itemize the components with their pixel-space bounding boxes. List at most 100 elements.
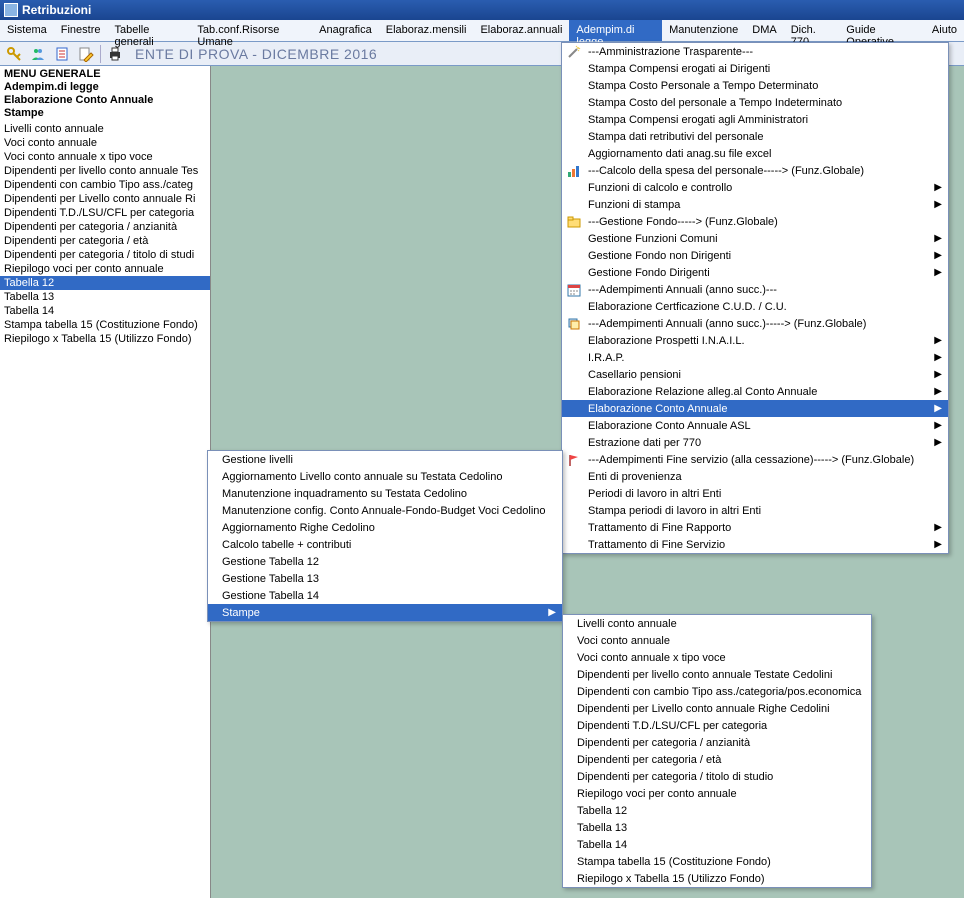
menu-elaboraz-mensili[interactable]: Elaboraz.mensili: [379, 20, 474, 41]
menu-item[interactable]: Stampa dati retributivi del personale: [562, 128, 948, 145]
submenu-item[interactable]: Voci conto annuale x tipo voce: [563, 649, 871, 666]
menu-item[interactable]: Trattamento di Fine Rapporto▶: [562, 519, 948, 536]
window-title: Retribuzioni: [22, 3, 91, 17]
menu-tabelle-generali[interactable]: Tabelle generali: [108, 20, 191, 41]
menu-item[interactable]: Estrazione dati per 770▶: [562, 434, 948, 451]
menu-item[interactable]: Trattamento di Fine Servizio▶: [562, 536, 948, 553]
sidebar-item[interactable]: Livelli conto annuale: [0, 122, 210, 136]
menu-dma[interactable]: DMA: [745, 20, 783, 41]
submenu-item[interactable]: Dipendenti per categoria / titolo di stu…: [563, 768, 871, 785]
submenu-arrow-icon: ▶: [934, 420, 942, 431]
submenu-item[interactable]: Manutenzione config. Conto Annuale-Fondo…: [208, 502, 562, 519]
submenu-item[interactable]: Livelli conto annuale: [563, 615, 871, 632]
menu-item[interactable]: Stampa Compensi erogati agli Amministrat…: [562, 111, 948, 128]
menu-item[interactable]: Funzioni di calcolo e controllo▶: [562, 179, 948, 196]
menu-elaboraz-annuali[interactable]: Elaboraz.annuali: [473, 20, 569, 41]
menu-item[interactable]: Elaborazione Relazione alleg.al Conto An…: [562, 383, 948, 400]
menu-item[interactable]: Stampa periodi di lavoro in altri Enti: [562, 502, 948, 519]
menu-item[interactable]: Casellario pensioni▶: [562, 366, 948, 383]
sidebar-item[interactable]: Tabella 13: [0, 290, 210, 304]
submenu-item[interactable]: Dipendenti per livello conto annuale Tes…: [563, 666, 871, 683]
menu-sistema[interactable]: Sistema: [0, 20, 54, 41]
menu-finestre[interactable]: Finestre: [54, 20, 108, 41]
menu-item[interactable]: Periodi di lavoro in altri Enti: [562, 485, 948, 502]
submenu-item[interactable]: Riepilogo voci per conto annuale: [563, 785, 871, 802]
key-icon[interactable]: [4, 44, 24, 64]
submenu-item[interactable]: Gestione Tabella 12: [208, 553, 562, 570]
menu-item[interactable]: Enti di provenienza: [562, 468, 948, 485]
sidebar-item[interactable]: Voci conto annuale x tipo voce: [0, 150, 210, 164]
submenu-item[interactable]: Aggiornamento Livello conto annuale su T…: [208, 468, 562, 485]
submenu-item[interactable]: Gestione Tabella 13: [208, 570, 562, 587]
menu-item[interactable]: Elaborazione Conto Annuale ASL▶: [562, 417, 948, 434]
menu-item[interactable]: Funzioni di stampa▶: [562, 196, 948, 213]
sidebar-item[interactable]: Dipendenti per livello conto annuale Tes: [0, 164, 210, 178]
submenu-item[interactable]: Manutenzione inquadramento su Testata Ce…: [208, 485, 562, 502]
sheet-icon[interactable]: [52, 44, 72, 64]
menu-item[interactable]: Stampa Costo del personale a Tempo Indet…: [562, 94, 948, 111]
sidebar-item[interactable]: Dipendenti con cambio Tipo ass./categ: [0, 178, 210, 192]
sidebar-item[interactable]: Dipendenti T.D./LSU/CFL per categoria: [0, 206, 210, 220]
menu-item[interactable]: Stampa Costo Personale a Tempo Determina…: [562, 77, 948, 94]
menu-adempim-di-legge[interactable]: Adempim.di legge: [569, 20, 662, 41]
sidebar-item[interactable]: Tabella 14: [0, 304, 210, 318]
submenu-item[interactable]: Tabella 13: [563, 819, 871, 836]
submenu-item[interactable]: Dipendenti con cambio Tipo ass./categori…: [563, 683, 871, 700]
submenu-item[interactable]: Voci conto annuale: [563, 632, 871, 649]
submenu-item[interactable]: Dipendenti per Livello conto annuale Rig…: [563, 700, 871, 717]
menu-item[interactable]: Gestione Fondo Dirigenti▶: [562, 264, 948, 281]
submenu-arrow-icon: ▶: [934, 522, 942, 533]
sidebar-item[interactable]: Dipendenti per categoria / età: [0, 234, 210, 248]
submenu-item[interactable]: Riepilogo x Tabella 15 (Utilizzo Fondo): [563, 870, 871, 887]
menu-aiuto[interactable]: Aiuto: [925, 20, 964, 41]
submenu-item[interactable]: Calcolo tabelle + contributi: [208, 536, 562, 553]
menu-group-head[interactable]: ---Amministrazione Trasparente---: [562, 43, 948, 60]
sidebar-header-line: MENU GENERALE: [4, 68, 206, 81]
menu-item[interactable]: Elaborazione Prospetti I.N.A.I.L.▶: [562, 332, 948, 349]
submenu-item[interactable]: Tabella 14: [563, 836, 871, 853]
menu-manutenzione[interactable]: Manutenzione: [662, 20, 745, 41]
menu-group-head[interactable]: ---Adempimenti Annuali (anno succ.)-----…: [562, 315, 948, 332]
edit-icon[interactable]: [76, 44, 96, 64]
sidebar-item[interactable]: Tabella 12: [0, 276, 210, 290]
sidebar-item[interactable]: Dipendenti per categoria / anzianità: [0, 220, 210, 234]
menu-group-head[interactable]: ---Adempimenti Annuali (anno succ.)---: [562, 281, 948, 298]
menu-group-head[interactable]: ---Adempimenti Fine servizio (alla cessa…: [562, 451, 948, 468]
submenu-item[interactable]: Dipendenti per categoria / anzianità: [563, 734, 871, 751]
print-icon[interactable]: [105, 44, 125, 64]
submenu-item[interactable]: Tabella 12: [563, 802, 871, 819]
submenu-item[interactable]: Aggiornamento Righe Cedolino: [208, 519, 562, 536]
menu-dich-770[interactable]: Dich. 770: [784, 20, 840, 41]
sidebar-item[interactable]: Riepilogo x Tabella 15 (Utilizzo Fondo): [0, 332, 210, 346]
submenu-arrow-icon: ▶: [548, 607, 556, 618]
people-icon[interactable]: [28, 44, 48, 64]
sidebar-item[interactable]: Riepilogo voci per conto annuale: [0, 262, 210, 276]
menu-tab-conf-risorse-umane[interactable]: Tab.conf.Risorse Umane: [190, 20, 312, 41]
submenu-item[interactable]: Gestione Tabella 14: [208, 587, 562, 604]
menu-item[interactable]: Aggiornamento dati anag.su file excel: [562, 145, 948, 162]
submenu-arrow-icon: ▶: [934, 369, 942, 380]
menu-item[interactable]: Gestione Fondo non Dirigenti▶: [562, 247, 948, 264]
menu-item[interactable]: Gestione Funzioni Comuni▶: [562, 230, 948, 247]
menu-item[interactable]: Stampa Compensi erogati ai Dirigenti: [562, 60, 948, 77]
menu-item[interactable]: Elaborazione Certficazione C.U.D. / C.U.: [562, 298, 948, 315]
menu-group-head[interactable]: ---Calcolo della spesa del personale----…: [562, 162, 948, 179]
sidebar-header-line: Adempim.di legge: [4, 81, 206, 94]
submenu-item[interactable]: Gestione livelli: [208, 451, 562, 468]
menu-group-head[interactable]: ---Gestione Fondo-----> (Funz.Globale): [562, 213, 948, 230]
sidebar-item[interactable]: Stampa tabella 15 (Costituzione Fondo): [0, 318, 210, 332]
submenu-item[interactable]: Stampa tabella 15 (Costituzione Fondo): [563, 853, 871, 870]
menu-anagrafica[interactable]: Anagrafica: [312, 20, 379, 41]
sidebar-header-line: Stampe: [4, 107, 206, 120]
sidebar-item[interactable]: Voci conto annuale: [0, 136, 210, 150]
sidebar-item[interactable]: Dipendenti per Livello conto annuale Ri: [0, 192, 210, 206]
breadcrumb: ENTE DI PROVA - DICEMBRE 2016: [135, 46, 377, 62]
submenu-stampe: Livelli conto annualeVoci conto annualeV…: [562, 614, 872, 888]
menu-guide-operative[interactable]: Guide Operative: [839, 20, 925, 41]
submenu-item[interactable]: Dipendenti T.D./LSU/CFL per categoria: [563, 717, 871, 734]
menu-item[interactable]: Elaborazione Conto Annuale▶: [562, 400, 948, 417]
submenu-item[interactable]: Dipendenti per categoria / età: [563, 751, 871, 768]
menu-item[interactable]: I.R.A.P.▶: [562, 349, 948, 366]
submenu-item[interactable]: Stampe▶: [208, 604, 562, 621]
sidebar-item[interactable]: Dipendenti per categoria / titolo di stu…: [0, 248, 210, 262]
